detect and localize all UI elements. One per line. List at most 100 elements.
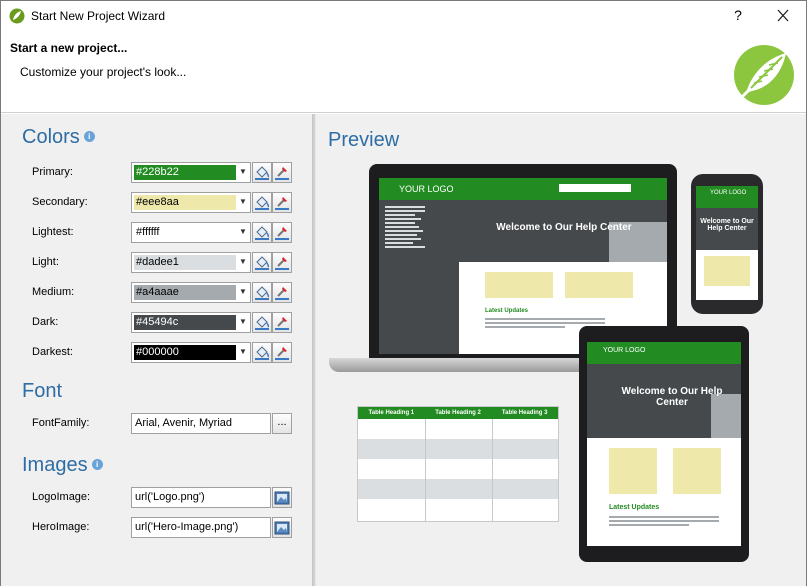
- phone-tile: [704, 256, 750, 286]
- color-combobox[interactable]: #dadee1 ▼: [131, 252, 251, 273]
- paint-bucket-icon: [255, 286, 270, 300]
- chevron-down-icon[interactable]: ▼: [238, 317, 248, 328]
- feather-leaf-logo: [734, 45, 794, 105]
- tablet-hero: Welcome to Our Help Center: [587, 364, 741, 438]
- eyedropper-icon: [275, 347, 289, 360]
- wizard-window: Start New Project Wizard ? Start a new p…: [0, 0, 807, 586]
- header-title: Start a new project...: [10, 41, 128, 55]
- laptop-logo-text: YOUR LOGO: [399, 184, 454, 194]
- color-picker-button[interactable]: [272, 342, 292, 363]
- color-picker-button[interactable]: [272, 222, 292, 243]
- color-picker-button[interactable]: [272, 162, 292, 183]
- laptop-hero: Welcome to Our Help Center: [459, 200, 667, 262]
- color-combobox[interactable]: #45494c ▼: [131, 312, 251, 333]
- table-heading: Table Heading 3: [501, 410, 548, 416]
- font-browse-button[interactable]: ...: [272, 413, 292, 434]
- paint-bucket-icon: [255, 226, 270, 240]
- color-label: Light:: [32, 256, 59, 268]
- color-fill-button[interactable]: [252, 282, 272, 303]
- settings-panel: Colors i Primary: #228b22 ▼ Secondary: #eee8a…: [1, 114, 311, 586]
- phone-screen: YOUR LOGO Welcome to Our Help Center: [696, 186, 758, 300]
- color-label: Medium:: [32, 286, 75, 298]
- image-picker-icon: [274, 521, 290, 535]
- color-label: Dark:: [32, 316, 59, 328]
- wizard-header: Start a new project... Customize your pr…: [1, 31, 806, 113]
- laptop-tile: [565, 272, 633, 298]
- paint-bucket-icon: [255, 196, 270, 210]
- info-icon[interactable]: i: [83, 131, 95, 142]
- eyedropper-icon: [275, 287, 289, 300]
- color-combobox[interactable]: #ffffff ▼: [131, 222, 251, 243]
- preview-panel: Preview YOUR LOGO Welcome to Our Help Ce…: [317, 114, 806, 586]
- chevron-down-icon[interactable]: ▼: [238, 287, 248, 298]
- color-combobox[interactable]: #000000 ▼: [131, 342, 251, 363]
- paint-bucket-icon: [255, 256, 270, 270]
- chevron-down-icon[interactable]: ▼: [238, 257, 248, 268]
- laptop-search: [559, 184, 631, 192]
- leaf-app-icon: [9, 8, 25, 24]
- logo-image-input[interactable]: url('Logo.png'): [131, 487, 271, 508]
- color-value: #dadee1: [136, 256, 179, 268]
- color-value: #45494c: [136, 316, 179, 328]
- paint-bucket-icon: [255, 316, 270, 330]
- tablet-logo-text: YOUR LOGO: [603, 347, 646, 354]
- color-fill-button[interactable]: [252, 222, 272, 243]
- hero-image-input[interactable]: url('Hero-Image.png'): [131, 517, 271, 538]
- phone-logo-text: YOUR LOGO: [710, 190, 747, 196]
- logo-image-label: LogoImage:: [32, 491, 91, 503]
- font-family-label: FontFamily:: [32, 417, 90, 429]
- font-section-title: Font: [22, 380, 63, 402]
- table-preview: Table Heading 1 Table Heading 2 Table Head…: [357, 406, 559, 522]
- eyedropper-icon: [275, 197, 289, 210]
- color-picker-button[interactable]: [272, 252, 292, 273]
- color-picker-button[interactable]: [272, 282, 292, 303]
- help-button[interactable]: ?: [731, 7, 745, 23]
- font-family-input[interactable]: Arial, Avenir, Myriad: [131, 413, 271, 434]
- tablet-screen: YOUR LOGO Welcome to Our Help Center Lat…: [587, 342, 741, 546]
- wizard-content: Colors i Primary: #228b22 ▼ Secondary: #eee8a…: [1, 114, 806, 586]
- color-fill-button[interactable]: [252, 312, 272, 333]
- window-title: Start New Project Wizard: [31, 9, 166, 23]
- chevron-down-icon[interactable]: ▼: [238, 197, 248, 208]
- color-combobox[interactable]: #eee8aa ▼: [131, 192, 251, 213]
- hero-image-label: HeroImage:: [32, 521, 90, 533]
- laptop-hero-text: Welcome to Our Help Center: [496, 222, 632, 233]
- chevron-down-icon[interactable]: ▼: [238, 167, 248, 178]
- panel-splitter[interactable]: [312, 114, 316, 586]
- phone-hero-text: Welcome to Our Help Center: [700, 218, 754, 232]
- color-fill-button[interactable]: [252, 252, 272, 273]
- header-subtitle: Customize your project's look...: [20, 65, 187, 79]
- color-picker-button[interactable]: [272, 312, 292, 333]
- color-label: Darkest:: [32, 346, 73, 358]
- table-heading: Table Heading 1: [368, 410, 415, 416]
- color-fill-button[interactable]: [252, 162, 272, 183]
- images-section-title: Images i: [22, 454, 103, 477]
- color-value: #a4aaae: [136, 286, 179, 298]
- eyedropper-icon: [275, 167, 289, 180]
- table-heading: Table Heading 2: [435, 410, 481, 416]
- color-value: #000000: [136, 346, 179, 358]
- laptop-tile: [485, 272, 553, 298]
- info-icon[interactable]: i: [91, 459, 103, 470]
- color-label: Primary:: [32, 166, 73, 178]
- paint-bucket-icon: [255, 166, 270, 180]
- tablet-tile: [673, 448, 721, 494]
- color-combobox[interactable]: #a4aaae ▼: [131, 282, 251, 303]
- phone-hero: Welcome to Our Help Center: [696, 208, 758, 250]
- logo-image-button[interactable]: [272, 487, 292, 508]
- color-label: Secondary:: [32, 196, 88, 208]
- tablet-hero-text: Welcome to Our Help Center: [621, 386, 723, 408]
- tablet-latest-updates: Latest Updates: [609, 504, 660, 511]
- image-picker-icon: [274, 491, 290, 505]
- color-fill-button[interactable]: [252, 192, 272, 213]
- color-picker-button[interactable]: [272, 192, 292, 213]
- color-fill-button[interactable]: [252, 342, 272, 363]
- laptop-sidebar: [379, 200, 459, 354]
- close-icon[interactable]: [773, 7, 793, 25]
- color-label: Lightest:: [32, 226, 74, 238]
- chevron-down-icon[interactable]: ▼: [238, 227, 248, 238]
- color-combobox[interactable]: #228b22 ▼: [131, 162, 251, 183]
- hero-image-button[interactable]: [272, 517, 292, 538]
- chevron-down-icon[interactable]: ▼: [238, 347, 248, 358]
- eyedropper-icon: [275, 257, 289, 270]
